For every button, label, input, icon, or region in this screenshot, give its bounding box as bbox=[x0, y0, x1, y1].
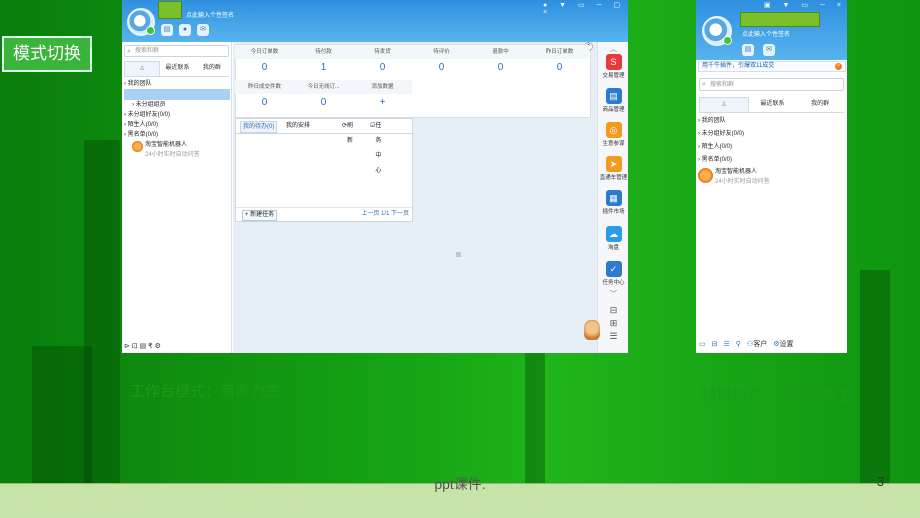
tab-my-todo[interactable]: 我的待办(0) bbox=[240, 121, 278, 133]
rail-ztc[interactable]: ➤ 直通车管理 bbox=[598, 156, 629, 181]
compact-window: 点此输入个性签名 ▤ ✉ ▣ ▼ ▭ ─ × 用千牛插件，引爆双11成交 × 搜索… bbox=[696, 0, 847, 353]
list-icon[interactable]: ☰ bbox=[724, 340, 730, 348]
tab-contacts[interactable]: ♙ bbox=[124, 61, 161, 76]
robot-subtitle: 24小时实时自动问答 bbox=[715, 179, 770, 185]
tree-item[interactable]: › 陌生人(0/0) bbox=[124, 120, 230, 130]
stat-today-orders[interactable]: 今日订单数 0 bbox=[235, 45, 294, 77]
task-center-button[interactable]: ☑ 任务中心 bbox=[370, 119, 381, 174]
stat-to-ship[interactable]: 待发货 0 bbox=[353, 45, 412, 77]
tree-item[interactable]: › 黑名单(0/0) bbox=[698, 154, 844, 167]
robot-name: 淘宝智能机器人 bbox=[715, 169, 758, 175]
signature-text[interactable]: 点此输入个性签名 bbox=[186, 10, 234, 19]
card-icon[interactable]: ▤ bbox=[161, 24, 173, 36]
mail-icon[interactable]: ✉ bbox=[197, 24, 209, 36]
avatar[interactable] bbox=[127, 8, 155, 36]
mail-icon[interactable]: ✉ bbox=[763, 44, 775, 56]
window-controls[interactable]: ▣ ▼ ▭ ─ × bbox=[764, 1, 846, 9]
stat-to-review[interactable]: 待评价 0 bbox=[412, 45, 471, 77]
scroll-down-icon[interactable]: ﹀ bbox=[598, 289, 629, 299]
search-person-icon[interactable]: ⚲ bbox=[736, 340, 741, 348]
online-icon bbox=[723, 36, 732, 45]
compact-bottom-toolbar: ▭ ⊟ ☰ ⚲ ⚇客户 ⚙设置 bbox=[699, 339, 845, 349]
settings-button[interactable]: ⚙设置 bbox=[773, 339, 793, 349]
tree-item[interactable]: › 陌生人(0/0) bbox=[698, 141, 844, 154]
robot-icon bbox=[698, 168, 713, 183]
rail-trade[interactable]: S 交易管理 bbox=[598, 54, 629, 79]
tree-item[interactable]: › 未分组组员 bbox=[124, 100, 230, 110]
page-number: 3 bbox=[876, 474, 884, 489]
tab-contacts[interactable]: ♙ bbox=[699, 97, 749, 112]
customer-button[interactable]: ⚇客户 bbox=[747, 339, 767, 349]
left-bottom-toolbar[interactable]: ⊳ ⊡ ▤ ₹ ⚙ bbox=[124, 342, 161, 350]
mode-switch-label: 模式切换 bbox=[2, 36, 92, 72]
stat-refunding[interactable]: 退款中 0 bbox=[471, 45, 530, 77]
tree-item[interactable]: › 未分组好友(0/0) bbox=[124, 110, 230, 120]
scroll-up-icon[interactable]: ︿ bbox=[598, 44, 629, 54]
resize-handle[interactable] bbox=[456, 252, 461, 257]
robot-icon bbox=[132, 141, 143, 152]
contact-tabs: ♙ 最近联系 我的群 bbox=[699, 97, 844, 113]
rail-taopan[interactable]: ☁ 淘盘 bbox=[598, 226, 629, 251]
todo-header: 我的待办(0) 我的安排 ⟳ 刷新 ☑ 任务中心 bbox=[236, 119, 414, 174]
tree-item[interactable]: › 我的团队 bbox=[698, 115, 844, 128]
rail-tools[interactable]: ⊟ ⊞ ☰ bbox=[598, 304, 629, 343]
search-input[interactable]: 搜索和群 bbox=[699, 78, 844, 91]
compact-header: 点此输入个性签名 ▤ ✉ ▣ ▼ ▭ ─ × bbox=[696, 0, 847, 60]
robot-name: 淘宝智能机器人 bbox=[145, 142, 188, 148]
robot-contact[interactable]: 淘宝智能机器人 24小时实时自动问答 bbox=[124, 140, 230, 160]
caption-right: 精简模式：以聊天为主 bbox=[702, 387, 853, 404]
username-redaction bbox=[740, 12, 820, 27]
mascot-icon bbox=[584, 320, 600, 340]
window-header: 点此输入个性签名 ▤ ● ✉ ● ▼ ▭ ─ ▢ × bbox=[122, 0, 628, 42]
tab-groups[interactable]: 我的群 bbox=[796, 97, 844, 112]
tree-item[interactable]: › 黑名单(0/0) bbox=[124, 130, 230, 140]
card-icon[interactable]: ▤ bbox=[742, 44, 754, 56]
tree-item[interactable]: › 我的团队 bbox=[124, 79, 230, 89]
decor-block bbox=[32, 346, 92, 483]
rail-task-center[interactable]: ✓ 任务中心 bbox=[598, 261, 629, 286]
cloud-icon[interactable]: ● bbox=[179, 24, 191, 36]
footer-text: ppt课件. bbox=[434, 476, 486, 492]
tree-item-selected[interactable] bbox=[124, 89, 230, 100]
close-icon[interactable]: × bbox=[835, 63, 842, 70]
tab-recent[interactable]: 最近联系 bbox=[749, 97, 797, 112]
stat-yesterday-orders[interactable]: 昨日订单数 0 bbox=[530, 45, 589, 77]
rail-goods[interactable]: ▤ 商品管理 bbox=[598, 88, 629, 113]
refresh-button[interactable]: ⟳ 刷新 bbox=[342, 119, 353, 144]
stat-yesterday-items[interactable]: 昨日成交件数 0 bbox=[235, 80, 294, 112]
app-icon[interactable]: ▭ bbox=[699, 340, 706, 348]
tab-groups[interactable]: 我的群 bbox=[195, 61, 229, 76]
stat-add-data[interactable]: 添加数据 + bbox=[353, 80, 412, 112]
contact-tree: › 我的团队 › 未分组组员 › 未分组好友(0/0) › 陌生人(0/0) ›… bbox=[124, 79, 230, 160]
robot-contact[interactable]: 淘宝智能机器人 24小时实时自动问答 bbox=[698, 167, 844, 187]
rail-plugin-market[interactable]: ▦ 插件市场 bbox=[598, 190, 629, 215]
signature-text[interactable]: 点此输入个性签名 bbox=[742, 29, 790, 38]
robot-subtitle: 24小时实时自动问答 bbox=[145, 152, 200, 158]
pager[interactable]: 上一页 1/1 下一页 bbox=[361, 208, 409, 221]
promo-text: 用千牛插件，引爆双11成交 bbox=[702, 63, 775, 69]
contact-panel: 搜索和群 ♙ 最近联系 我的群 › 我的团队 › 未分组组员 › 未分组好友(0… bbox=[122, 42, 232, 353]
caption-left: 工作台模式：商家为主 bbox=[130, 383, 281, 400]
avatar[interactable] bbox=[702, 16, 732, 46]
todo-panel: 我的待办(0) 我的安排 ⟳ 刷新 ☑ 任务中心 + 新建任务 上一页 1/1 … bbox=[235, 118, 414, 222]
stat-pending-payment[interactable]: 待付款 1 bbox=[294, 45, 353, 77]
new-task-button[interactable]: + 新建任务 bbox=[242, 210, 278, 221]
tree-item[interactable]: › 未分组好友(0/0) bbox=[698, 128, 844, 141]
todo-footer: + 新建任务 上一页 1/1 下一页 bbox=[236, 207, 414, 221]
stat-wireless-orders[interactable]: 今日无线订... 0 bbox=[294, 80, 353, 112]
username-redaction bbox=[158, 1, 182, 19]
online-icon bbox=[146, 26, 155, 35]
decor-block bbox=[860, 270, 890, 483]
promo-notice[interactable]: 用千牛插件，引爆双11成交 × bbox=[698, 61, 846, 72]
plugin-rail: ︿ S 交易管理 ▤ 商品管理 ◎ 生意参谋 ➤ 直通车管理 ▦ 插件市场 ☁ 淘盘 ✓ 任务… bbox=[597, 42, 628, 353]
contact-tabs: ♙ 最近联系 我的群 bbox=[124, 61, 229, 77]
search-input[interactable]: 搜索和群 bbox=[124, 45, 229, 57]
tab-my-schedule[interactable]: 我的安排 bbox=[286, 119, 310, 134]
rail-business[interactable]: ◎ 生意参谋 bbox=[598, 122, 629, 147]
tab-recent[interactable]: 最近联系 bbox=[160, 61, 194, 76]
window-controls[interactable]: ● ▼ ▭ ─ ▢ × bbox=[543, 1, 628, 16]
contact-tree: › 我的团队 › 未分组好友(0/0) › 陌生人(0/0) › 黑名单(0/0… bbox=[698, 115, 844, 187]
board-icon[interactable]: ⊟ bbox=[712, 340, 718, 348]
